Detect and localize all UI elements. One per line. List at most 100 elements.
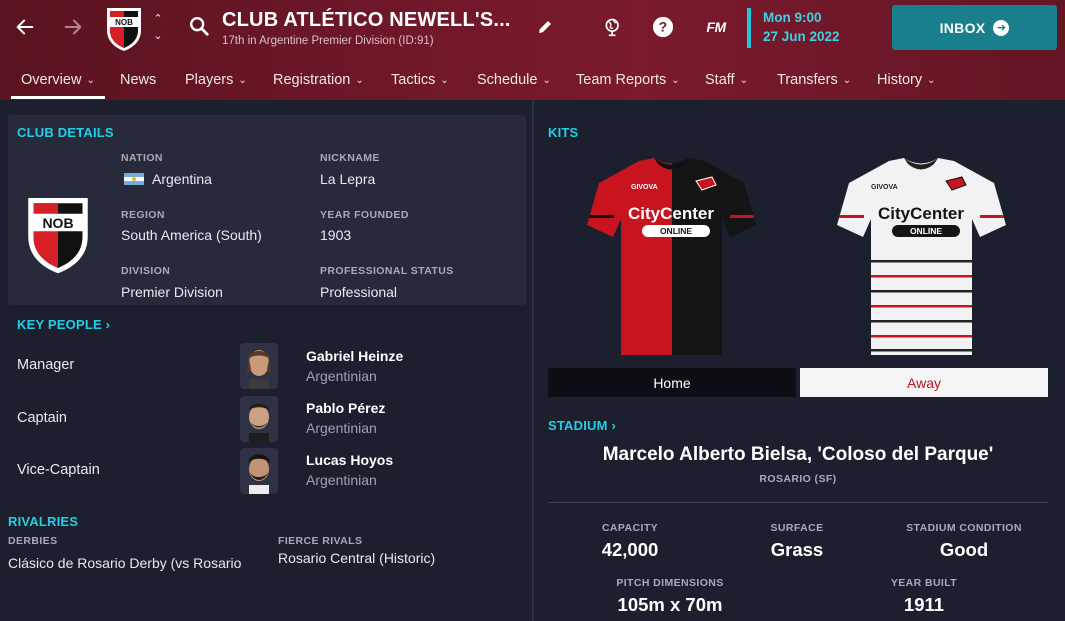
derbies-value[interactable]: Clásico de Rosario Derby (vs Rosario [8,555,241,571]
club-badge-icon[interactable]: NOB [104,4,144,52]
kits-title: KITS [548,125,579,140]
surface-stat: SURFACE Grass [737,522,857,561]
right-panel: KITS GIVOVA CityCenter ONLINE GIVOVA Cit… [534,100,1065,621]
vice-captain-name[interactable]: Lucas Hoyos [306,452,393,468]
club-details-card: CLUB DETAILS NOB NATION Argentina NICKNA… [8,115,526,305]
continue-arrow-icon: ➜ [993,19,1010,36]
surface-value: Grass [770,539,824,560]
home-kit-sponsor: CityCenter [628,204,714,223]
pitch-dimensions-value: 105m x 70m [617,594,723,615]
stadium-title[interactable]: STADIUM › [548,418,616,433]
nickname-value: La Lepra [320,171,376,187]
tab-players[interactable]: Players ⌄ [185,62,247,98]
tab-tactics[interactable]: Tactics ⌄ [391,62,449,98]
chevron-down-icon: ⌄ [86,74,95,86]
tab-team-reports[interactable]: Team Reports ⌄ [576,62,680,98]
division-value[interactable]: Premier Division [121,284,223,300]
derbies-label: DERBIES [8,535,58,547]
top-header: NOB ⌃ ⌄ CLUB ATLÉTICO NEWELL'S... 17th in… [0,0,1065,100]
away-kit-sponsor-sub: ONLINE [910,226,942,236]
tab-news[interactable]: News [120,62,156,98]
capacity-stat: CAPACITY 42,000 [574,522,686,561]
tab-registration[interactable]: Registration ⌄ [273,62,364,98]
stadium-name: Marcelo Alberto Bielsa, 'Coloso del Parq… [602,444,994,465]
chevron-right-icon: › [105,317,111,332]
manager-name[interactable]: Gabriel Heinze [306,348,403,364]
captain-nationality: Argentinian [306,420,377,436]
left-panel: CLUB DETAILS NOB NATION Argentina NICKNA… [0,100,532,621]
club-title[interactable]: CLUB ATLÉTICO NEWELL'S... [222,9,511,32]
year-built-label: YEAR BUILT [890,577,958,589]
year-founded-label: YEAR FOUNDED [320,209,409,221]
edit-pencil-icon[interactable] [535,15,555,39]
role-manager: Manager [17,357,75,373]
inbox-button[interactable]: INBOX ➜ [892,5,1057,50]
club-subtitle: 17th in Argentine Premier Division (ID:9… [222,35,434,47]
inbox-label: INBOX [939,19,986,36]
chevron-down-icon: ⌄ [739,74,748,86]
tab-transfers[interactable]: Transfers ⌄ [777,62,851,98]
svg-text:?: ? [659,20,667,35]
tab-schedule[interactable]: Schedule ⌄ [477,62,551,98]
home-kit-maker: GIVOVA [631,184,658,191]
away-kit-button[interactable]: Away [800,368,1048,397]
date-accent-bar [747,8,751,48]
help-question-icon[interactable]: ? [652,15,674,39]
role-vice-captain: Vice-Captain [17,462,100,478]
avatar-captain[interactable] [240,396,278,442]
role-captain: Captain [17,410,67,426]
avatar-vice-captain[interactable] [240,448,278,494]
chevron-down-icon: ⌄ [842,74,852,86]
stadium-condition-stat: STADIUM CONDITION Good [890,522,1038,561]
chevron-down-icon: ⌄ [440,74,449,86]
key-people-title[interactable]: KEY PEOPLE › [17,317,110,332]
game-date[interactable]: 27 Jun 2022 [763,29,840,44]
nation-value[interactable]: Argentina [124,171,212,187]
fierce-rivals-value[interactable]: Rosario Central (Historic) [278,550,435,566]
away-kit-sponsor: CityCenter [878,204,964,223]
fm-menu-icon[interactable]: FM [703,15,729,39]
region-label: REGION [121,209,165,221]
avatar-manager[interactable] [240,343,278,389]
stadium-city: ROSARIO (SF) [759,473,837,485]
surface-label: SURFACE [770,522,824,534]
year-founded-value: 1903 [320,227,352,243]
capacity-value: 42,000 [601,539,659,560]
tab-bar: Overview ⌄ News Players ⌄ Registration ⌄ Ta… [0,62,1065,100]
argentina-flag-icon [124,173,144,185]
pro-status-value: Professional [320,284,398,300]
nickname-label: NICKNAME [320,152,380,164]
captain-name[interactable]: Pablo Pérez [306,400,385,416]
stadium-condition-value: Good [939,539,989,560]
club-details-title: CLUB DETAILS [17,125,114,140]
manager-nationality: Argentinian [306,368,377,384]
search-icon[interactable] [188,15,210,37]
capacity-label: CAPACITY [601,522,659,534]
away-kit-shirt[interactable]: GIVOVA CityCenter ONLINE [834,155,1009,360]
home-kit-button[interactable]: Home [548,368,796,397]
tab-staff[interactable]: Staff ⌄ [705,62,748,98]
badge-text: NOB [115,18,133,27]
tab-history[interactable]: History ⌄ [877,62,936,98]
tab-overview[interactable]: Overview ⌄ [11,62,105,99]
chevron-down-icon: ⌄ [355,74,364,86]
year-built-stat: YEAR BUILT 1911 [860,577,988,616]
chevron-down-icon: ⌄ [238,74,247,86]
crest-text: NOB [42,215,73,231]
vice-captain-nationality: Argentinian [306,472,377,488]
chevron-down-icon: ⌄ [671,74,680,86]
region-value[interactable]: South America (South) [121,227,262,243]
forward-arrow-icon[interactable] [60,14,86,40]
chevron-down-icon: ⌄ [542,74,551,86]
world-globe-icon[interactable] [602,15,624,39]
pitch-dimensions-label: PITCH DIMENSIONS [616,577,724,589]
division-label: DIVISION [121,265,171,277]
home-kit-shirt[interactable]: GIVOVA CityCenter ONLINE [584,155,759,360]
club-switch-updown-icon[interactable]: ⌃ ⌄ [151,14,165,42]
away-kit-maker: GIVOVA [871,184,898,191]
game-date-day[interactable]: Mon 9:00 [763,10,822,25]
back-arrow-icon[interactable] [12,14,38,40]
rivalries-title: RIVALRIES [8,514,79,529]
pitch-dimensions-stat: PITCH DIMENSIONS 105m x 70m [598,577,742,616]
club-crest-icon: NOB [28,198,88,274]
